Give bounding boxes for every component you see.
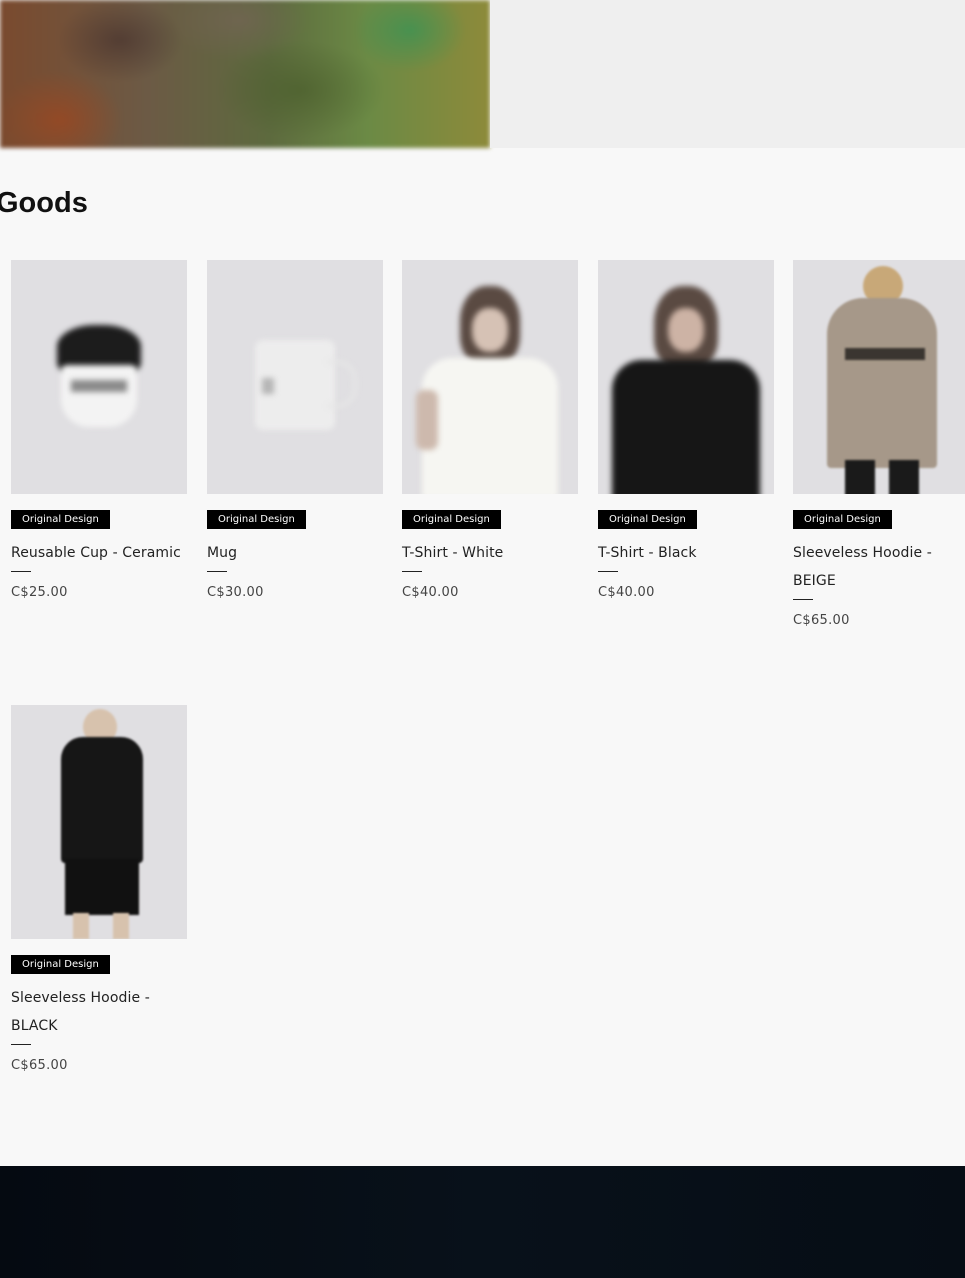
product-price: C$25.00 (11, 585, 68, 600)
product-name[interactable]: Sleeveless Hoodie - BLACK (11, 984, 161, 1040)
product-price: C$30.00 (207, 585, 264, 600)
section-title: Goods (0, 187, 88, 219)
divider (402, 571, 422, 572)
product-badge: Original Design (11, 955, 110, 974)
product-name[interactable]: Sleeveless Hoodie - BEIGE (793, 539, 943, 595)
hero-panel (490, 0, 965, 148)
product-badge: Original Design (598, 510, 697, 529)
product-image[interactable] (207, 260, 383, 494)
product-name[interactable]: T-Shirt - White (402, 539, 578, 567)
product-image[interactable] (793, 260, 965, 494)
product-badge: Original Design (402, 510, 501, 529)
divider (598, 571, 618, 572)
hero-image (0, 0, 490, 148)
product-card-hoodie-black[interactable]: Original Design Sleeveless Hoodie - BLAC… (11, 705, 187, 1073)
product-image[interactable] (11, 260, 187, 494)
product-card-reusable-cup[interactable]: Original Design Reusable Cup - Ceramic C… (11, 260, 187, 600)
product-price: C$40.00 (598, 585, 655, 600)
product-image[interactable] (402, 260, 578, 494)
product-image[interactable] (11, 705, 187, 939)
product-name[interactable]: T-Shirt - Black (598, 539, 774, 567)
product-badge: Original Design (793, 510, 892, 529)
product-image[interactable] (598, 260, 774, 494)
product-price: C$65.00 (11, 1058, 68, 1073)
product-price: C$65.00 (793, 613, 850, 628)
product-price: C$40.00 (402, 585, 459, 600)
footer (0, 1166, 965, 1278)
product-name[interactable]: Reusable Cup - Ceramic (11, 539, 187, 567)
product-name[interactable]: Mug (207, 539, 383, 567)
product-badge: Original Design (207, 510, 306, 529)
product-card-tshirt-white[interactable]: Original Design T-Shirt - White C$40.00 (402, 260, 578, 600)
product-card-mug[interactable]: Original Design Mug C$30.00 (207, 260, 383, 600)
product-card-hoodie-beige[interactable]: Original Design Sleeveless Hoodie - BEIG… (793, 260, 965, 628)
product-badge: Original Design (11, 510, 110, 529)
divider (11, 571, 31, 572)
divider (207, 571, 227, 572)
divider (11, 1044, 31, 1045)
divider (793, 599, 813, 600)
product-card-tshirt-black[interactable]: Original Design T-Shirt - Black C$40.00 (598, 260, 774, 600)
